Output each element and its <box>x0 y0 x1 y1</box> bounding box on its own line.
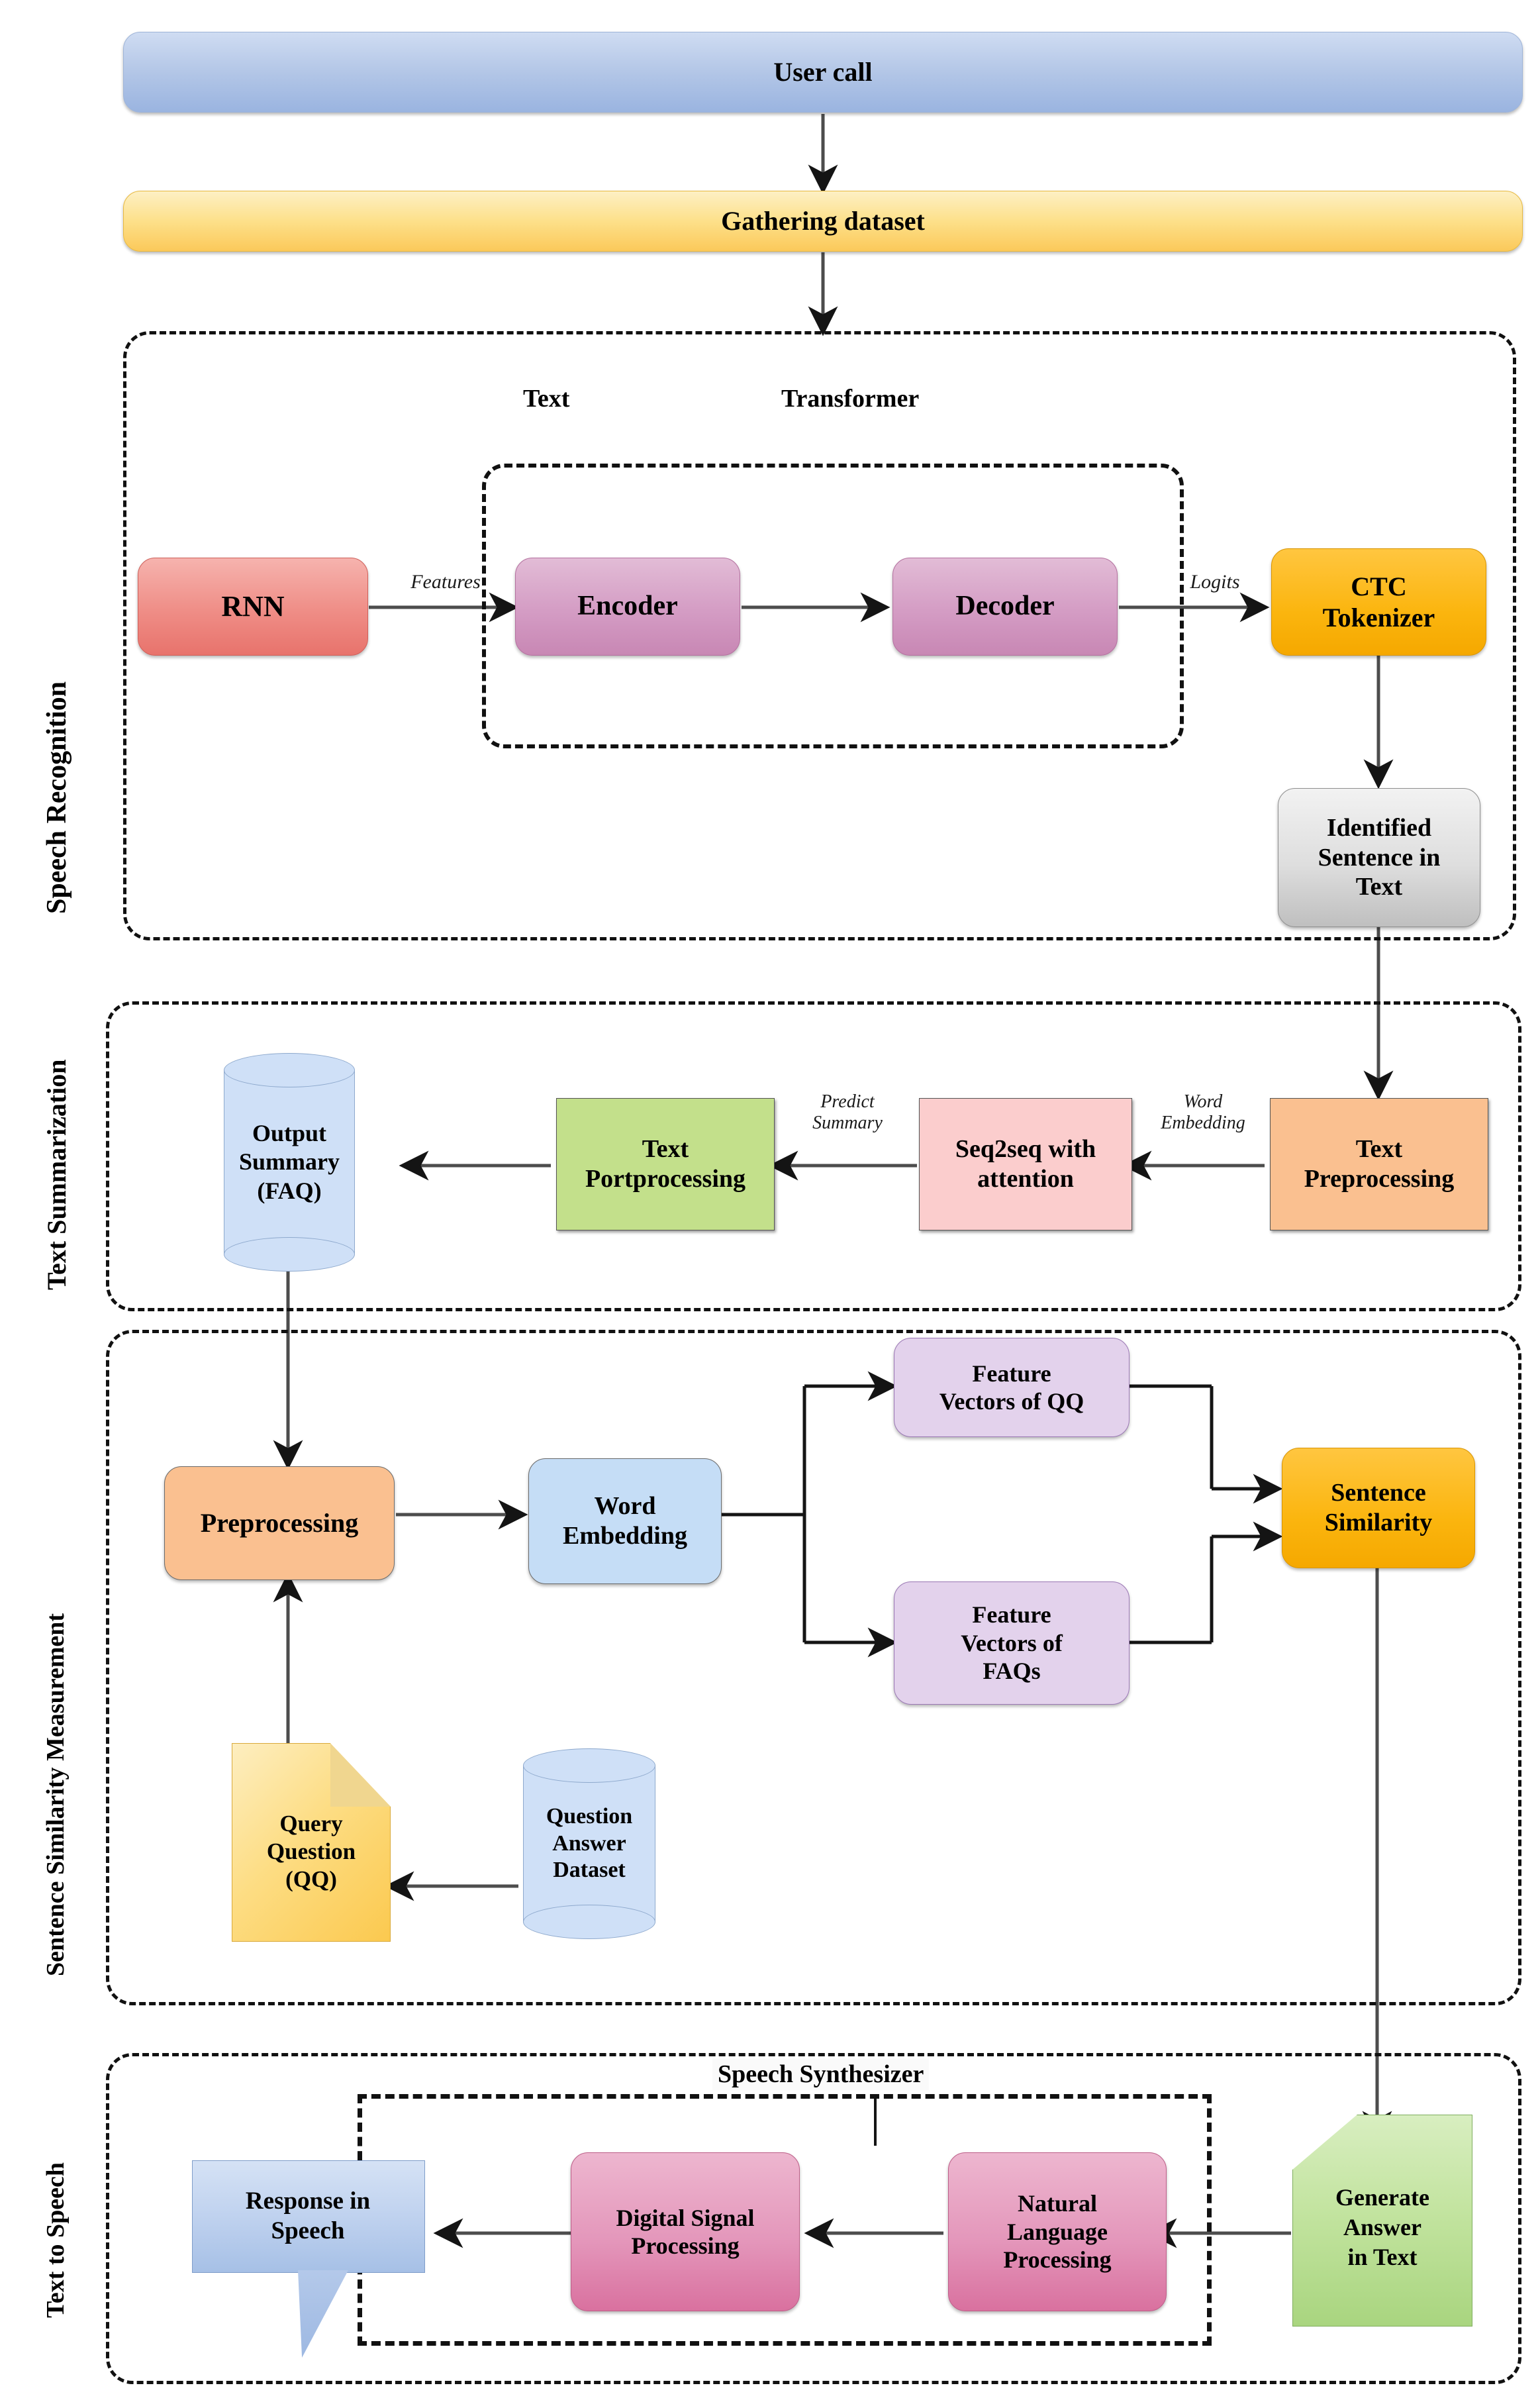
section-title-sentence-similarity-measurement: Sentence Similarity Measurement <box>42 1613 70 1976</box>
node-feature-vectors-faqs-line2: Vectors of <box>961 1629 1063 1656</box>
node-text-postprocessing-line2: Portprocessing <box>585 1165 746 1193</box>
edge-label-logits: Logits <box>1190 571 1240 593</box>
node-text-postprocessing-line1: Text <box>642 1135 689 1164</box>
node-question-answer-dataset-line2: Answer <box>552 1830 626 1856</box>
node-preprocessing-label: Preprocessing <box>200 1508 359 1538</box>
node-identified-sentence-line3: Text <box>1355 873 1403 901</box>
node-nlp-line2: Language <box>1006 2218 1108 2245</box>
node-dsp-line2: Processing <box>631 2232 740 2259</box>
node-nlp-line3: Processing <box>1003 2246 1112 2274</box>
node-query-question-line2: Question <box>266 1838 356 1864</box>
node-text-preprocessing-line1: Text <box>1355 1135 1403 1164</box>
edge-label-features: Features <box>410 571 481 593</box>
node-output-summary-line3: (FAQ) <box>257 1177 322 1204</box>
edge-label-predict-summary-line1: Predict <box>820 1091 875 1112</box>
label-text: Text <box>523 385 570 413</box>
node-feature-vectors-qq[interactable]: Feature Vectors of QQ <box>894 1338 1130 1437</box>
node-seq2seq-attention-line1: Seq2seq with <box>955 1135 1096 1164</box>
node-identified-sentence[interactable]: Identified Sentence in Text <box>1278 788 1480 927</box>
edge-label-predict-summary: Predict Summary <box>781 1091 914 1134</box>
node-response-in-speech[interactable]: Response in Speech <box>192 2160 425 2359</box>
node-output-summary-line1: Output <box>252 1120 327 1147</box>
node-query-question[interactable]: Query Question (QQ) <box>232 1743 391 1942</box>
label-speech-synthesizer: Speech Synthesizer <box>712 2058 930 2090</box>
node-encoder[interactable]: Encoder <box>515 558 740 656</box>
node-user-call[interactable]: User call <box>123 32 1523 113</box>
node-sentence-similarity-line1: Sentence <box>1331 1479 1426 1507</box>
node-question-answer-dataset-line3: Dataset <box>553 1858 626 1883</box>
node-rnn[interactable]: RNN <box>138 558 368 656</box>
node-response-in-speech-line1: Response in <box>245 2187 371 2215</box>
edge-label-word-embedding-line2: Embedding <box>1161 1113 1245 1134</box>
node-natural-language-processing[interactable]: Natural Language Processing <box>948 2152 1167 2311</box>
node-gathering-dataset-label: Gathering dataset <box>721 206 925 236</box>
node-sentence-similarity-line2: Similarity <box>1324 1509 1433 1536</box>
node-digital-signal-processing[interactable]: Digital Signal Processing <box>571 2152 800 2311</box>
node-ctc-tokenizer[interactable]: CTC Tokenizer <box>1271 548 1486 656</box>
node-generate-answer-line1: Generate <box>1335 2183 1429 2211</box>
node-generate-answer-in-text[interactable]: Generate Answer in Text <box>1292 2115 1472 2327</box>
node-word-embedding-line1: Word <box>594 1492 656 1521</box>
node-seq2seq-attention[interactable]: Seq2seq with attention <box>919 1098 1132 1230</box>
node-feature-vectors-faqs-line1: Feature <box>972 1601 1051 1629</box>
node-decoder[interactable]: Decoder <box>892 558 1118 656</box>
node-feature-vectors-qq-line1: Feature <box>972 1360 1051 1387</box>
node-word-embedding[interactable]: Word Embedding <box>528 1458 722 1584</box>
node-identified-sentence-line2: Sentence in <box>1318 843 1441 872</box>
response-callout-tail <box>298 2270 348 2358</box>
node-word-embedding-line2: Embedding <box>563 1522 687 1550</box>
node-dsp-line1: Digital Signal <box>616 2204 755 2231</box>
edge-label-word-embedding: Word Embedding <box>1140 1091 1266 1134</box>
section-title-text-to-speech: Text to Speech <box>42 2162 70 2318</box>
node-decoder-label: Decoder <box>955 591 1055 622</box>
node-output-summary[interactable]: Output Summary (FAQ) <box>224 1053 355 1272</box>
node-preprocessing[interactable]: Preprocessing <box>164 1466 395 1580</box>
node-question-answer-dataset-line1: Question <box>546 1803 633 1829</box>
node-feature-vectors-qq-line2: Vectors of QQ <box>939 1388 1084 1415</box>
node-user-call-label: User call <box>773 57 873 87</box>
node-feature-vectors-faqs-line3: FAQs <box>983 1658 1041 1685</box>
edge-label-word-embedding-line1: Word <box>1183 1091 1223 1112</box>
node-text-preprocessing-line2: Preprocessing <box>1304 1165 1455 1193</box>
node-response-in-speech-line2: Speech <box>271 2217 345 2244</box>
node-seq2seq-attention-line2: attention <box>977 1165 1074 1193</box>
node-text-postprocessing[interactable]: Text Portprocessing <box>556 1098 775 1230</box>
section-title-speech-recognition: Speech Recognition <box>42 681 72 914</box>
node-feature-vectors-faqs[interactable]: Feature Vectors of FAQs <box>894 1581 1130 1705</box>
label-transformer: Transformer <box>781 385 920 413</box>
node-sentence-similarity[interactable]: Sentence Similarity <box>1282 1448 1475 1568</box>
edge-label-predict-summary-line2: Summary <box>812 1113 883 1134</box>
node-gathering-dataset[interactable]: Gathering dataset <box>123 191 1523 252</box>
node-output-summary-line2: Summary <box>239 1148 340 1176</box>
node-encoder-label: Encoder <box>577 591 678 622</box>
node-rnn-label: RNN <box>221 590 285 623</box>
node-question-answer-dataset[interactable]: Question Answer Dataset <box>523 1748 655 1939</box>
node-ctc-tokenizer-line1: CTC <box>1351 571 1407 601</box>
node-generate-answer-line3: in Text <box>1347 2243 1418 2270</box>
node-query-question-line3: (QQ) <box>285 1866 337 1892</box>
node-nlp-line1: Natural <box>1018 2190 1097 2217</box>
node-generate-answer-line2: Answer <box>1343 2213 1421 2240</box>
node-text-preprocessing[interactable]: Text Preprocessing <box>1270 1098 1488 1230</box>
node-ctc-tokenizer-line2: Tokenizer <box>1322 603 1435 632</box>
node-identified-sentence-line1: Identified <box>1326 813 1432 842</box>
node-query-question-line1: Query <box>279 1811 343 1836</box>
section-title-text-summarization: Text Summarization <box>42 1059 72 1290</box>
